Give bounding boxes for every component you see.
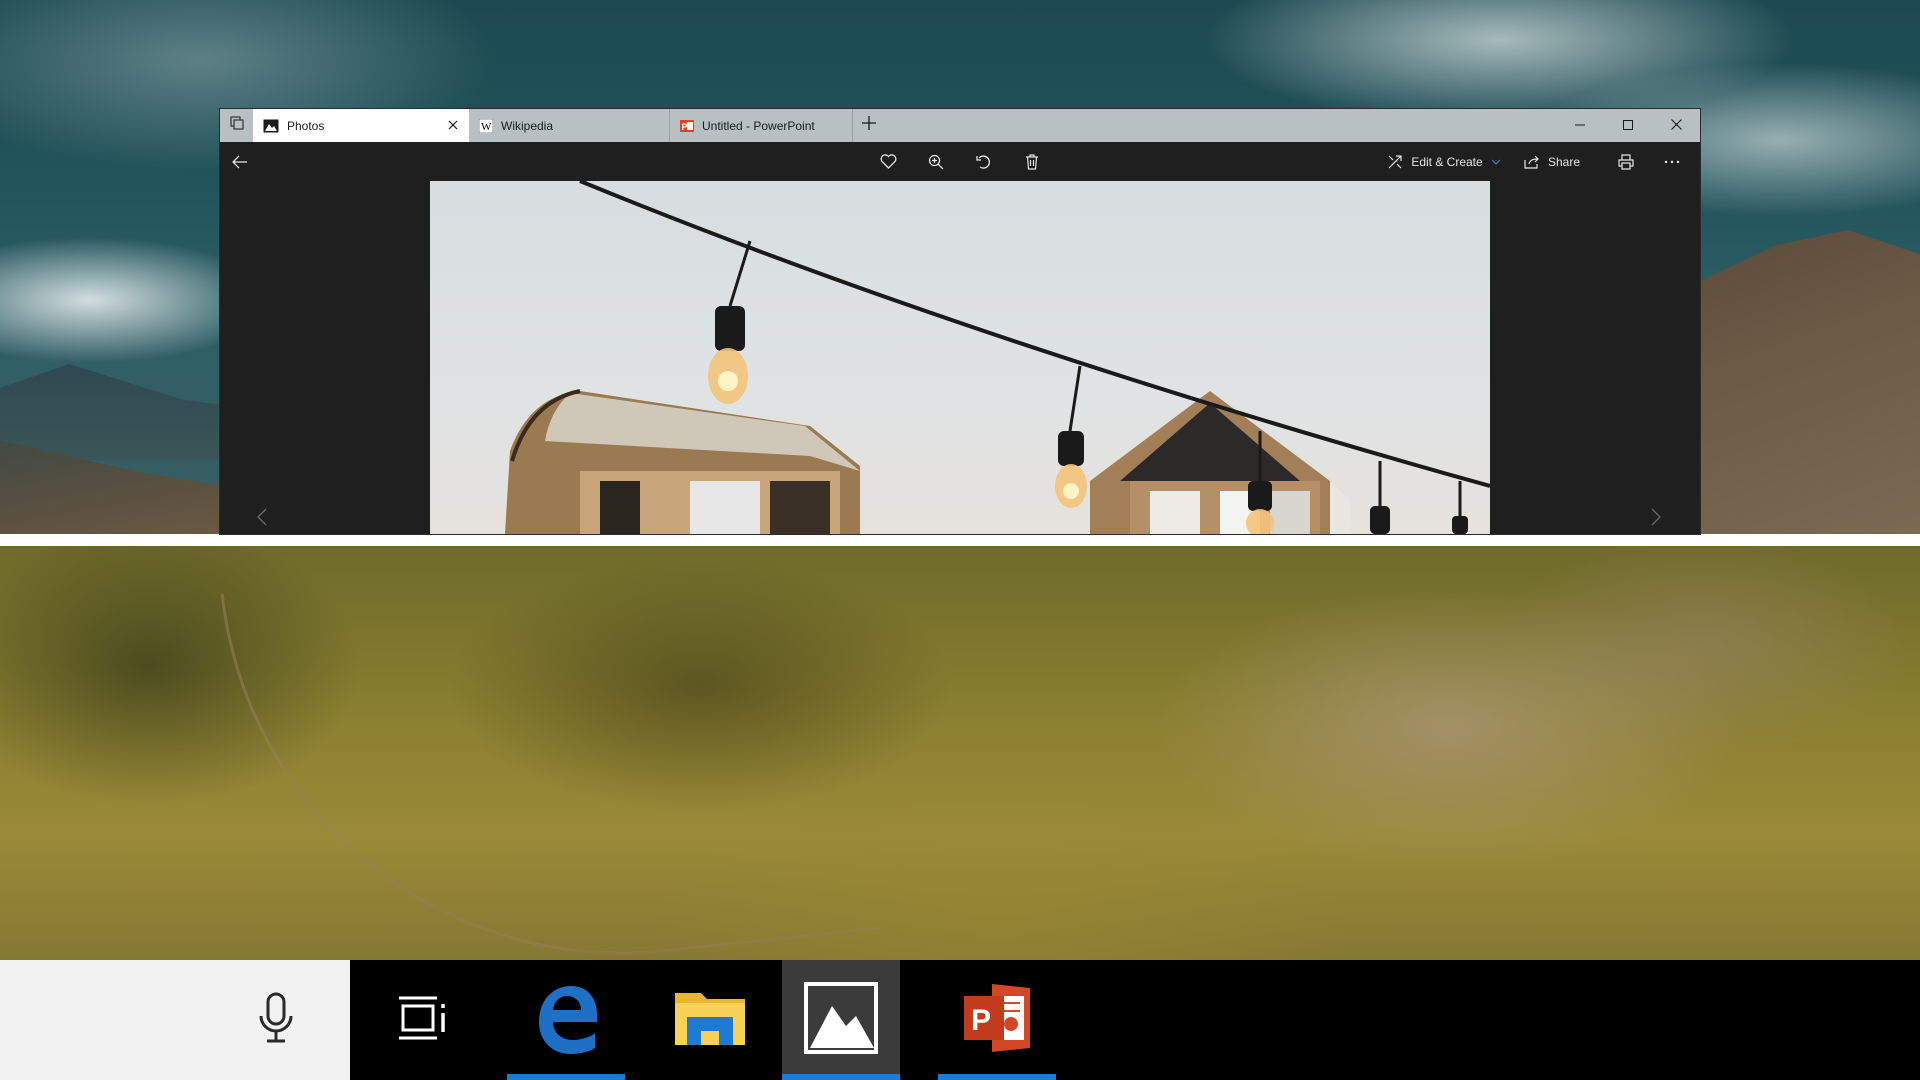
photo-right-cabin: [1090, 391, 1350, 534]
tab-switcher-icon: [229, 116, 244, 135]
taskbar-powerpoint[interactable]: P: [938, 960, 1056, 1080]
photo-viewer: [220, 181, 1700, 534]
photos-app-window: Photos W Wikipedia P Untitled - PowerPoi…: [220, 109, 1700, 534]
chevron-down-icon: [1491, 159, 1501, 165]
photo-left-cabin: [505, 389, 860, 534]
back-button[interactable]: [220, 142, 260, 181]
printer-icon: [1618, 153, 1634, 170]
microphone-button[interactable]: [248, 986, 304, 1054]
maximize-button[interactable]: [1604, 109, 1652, 142]
task-view-button[interactable]: [364, 960, 482, 1080]
more-options-button[interactable]: [1652, 142, 1692, 181]
heart-icon: [880, 154, 897, 169]
close-icon: [1670, 117, 1682, 135]
share-icon: [1524, 155, 1540, 169]
delete-button[interactable]: [1012, 142, 1052, 181]
close-window-button[interactable]: [1652, 109, 1700, 142]
taskbar-photos[interactable]: [782, 960, 900, 1080]
svg-text:P: P: [971, 1004, 991, 1037]
back-arrow-icon: [232, 155, 248, 169]
photo-light-bulb-5: [1452, 481, 1468, 534]
edit-create-icon: [1387, 154, 1403, 170]
tab-wikipedia[interactable]: W Wikipedia: [469, 109, 670, 142]
powerpoint-icon: P: [680, 119, 694, 133]
tab-switcher-button[interactable]: [220, 109, 253, 142]
running-indicator: [782, 1074, 900, 1080]
edit-create-button[interactable]: Edit & Create: [1382, 142, 1506, 181]
trash-icon: [1025, 153, 1039, 170]
rotate-icon: [976, 154, 992, 170]
share-button[interactable]: Share: [1520, 142, 1584, 181]
zoom-in-icon: [928, 154, 944, 170]
taskbar-file-explorer[interactable]: [651, 960, 769, 1080]
edge-icon: [531, 982, 601, 1059]
next-photo-button[interactable]: [1644, 507, 1668, 531]
tab-bar: Photos W Wikipedia P Untitled - PowerPoi…: [220, 109, 1700, 142]
microphone-icon: [258, 992, 294, 1049]
wikipedia-icon: W: [479, 118, 493, 133]
running-indicator: [938, 1074, 1056, 1080]
cortana-search-area[interactable]: [0, 960, 350, 1080]
minimize-button[interactable]: [1556, 109, 1604, 142]
photos-icon: [263, 119, 279, 133]
maximize-icon: [1623, 117, 1633, 135]
photo-light-bulb-1: [708, 240, 752, 404]
minimize-icon: [1575, 117, 1585, 135]
photos-app-icon: [804, 981, 878, 1059]
edit-create-label: Edit & Create: [1411, 154, 1483, 169]
tab-photos[interactable]: Photos: [253, 109, 469, 142]
plus-icon: [862, 116, 876, 135]
tab-label: Untitled - PowerPoint: [702, 118, 815, 133]
wallpaper-mountain-right: [1680, 230, 1920, 534]
photo-light-bulb-2: [1055, 365, 1087, 508]
tab-label: Photos: [287, 118, 325, 133]
task-view-icon: [397, 995, 449, 1046]
new-tab-button[interactable]: [852, 109, 886, 142]
rotate-button[interactable]: [964, 142, 1004, 181]
svg-text:W: W: [481, 121, 492, 133]
file-explorer-icon: [673, 987, 747, 1054]
zoom-button[interactable]: [916, 142, 956, 181]
previous-photo-button[interactable]: [250, 507, 274, 531]
tab-label: Wikipedia: [501, 118, 554, 133]
close-tab-icon[interactable]: [445, 117, 461, 133]
running-indicator: [507, 1074, 625, 1080]
favorite-button[interactable]: [868, 142, 908, 181]
chevron-left-icon: [257, 508, 267, 531]
photo-toolbar: Edit & Create Share: [220, 142, 1700, 181]
taskbar-edge[interactable]: [507, 960, 625, 1080]
tab-powerpoint[interactable]: P Untitled - PowerPoint: [670, 109, 853, 142]
displayed-photo[interactable]: [430, 181, 1490, 534]
share-label: Share: [1547, 154, 1581, 169]
snap-divider[interactable]: [0, 534, 1920, 546]
print-button[interactable]: [1606, 142, 1646, 181]
more-icon: [1664, 160, 1680, 164]
photo-light-bulb-4: [1370, 461, 1390, 534]
chevron-right-icon: [1651, 508, 1661, 531]
svg-text:P: P: [682, 122, 688, 132]
powerpoint-app-icon: P: [962, 982, 1032, 1059]
taskbar: P: [0, 960, 1920, 1080]
